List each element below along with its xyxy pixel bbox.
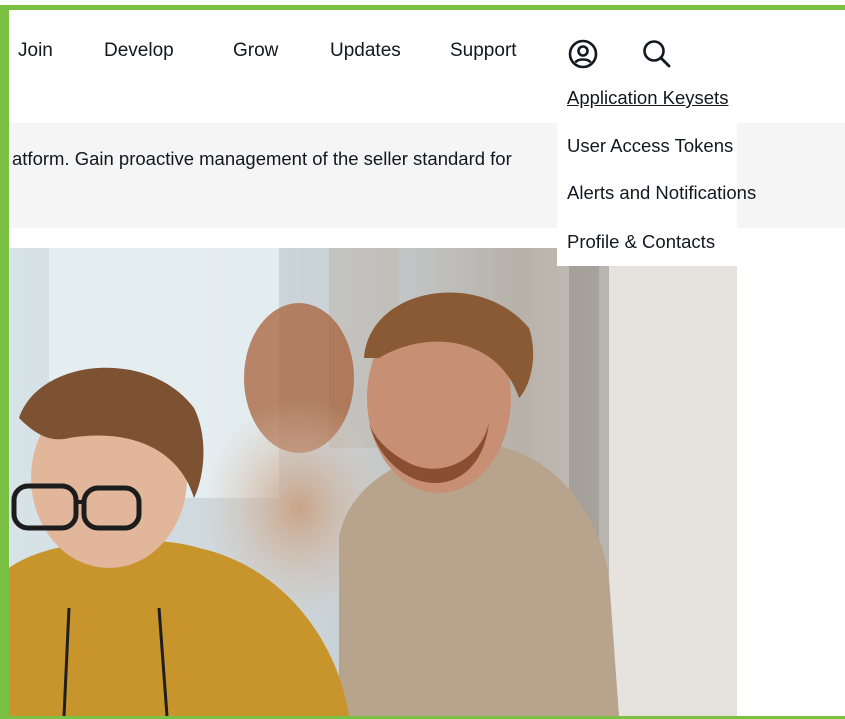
nav-item-support[interactable]: Support xyxy=(450,40,517,62)
people-at-work-photo xyxy=(9,248,737,716)
search-button[interactable] xyxy=(639,36,675,72)
nav-item-grow[interactable]: Grow xyxy=(233,40,278,62)
menu-item-alerts-notifications[interactable]: Alerts and Notifications xyxy=(567,182,756,204)
search-icon xyxy=(643,40,671,68)
banner-text: atform. Gain proactive management of the… xyxy=(12,148,512,169)
menu-item-application-keysets[interactable]: Application Keysets xyxy=(567,87,728,109)
account-dropdown-menu: Application Keysets User Access Tokens A… xyxy=(557,74,756,266)
user-circle-icon xyxy=(568,39,598,69)
nav-item-join[interactable]: Join xyxy=(18,40,53,62)
nav-item-develop[interactable]: Develop xyxy=(104,40,174,62)
highlight-frame-left xyxy=(0,5,9,719)
menu-item-profile-contacts[interactable]: Profile & Contacts xyxy=(567,231,715,253)
nav-item-updates[interactable]: Updates xyxy=(330,40,401,62)
menu-item-user-access-tokens[interactable]: User Access Tokens xyxy=(567,135,733,157)
hero-image xyxy=(9,248,737,716)
account-button[interactable] xyxy=(565,36,601,72)
